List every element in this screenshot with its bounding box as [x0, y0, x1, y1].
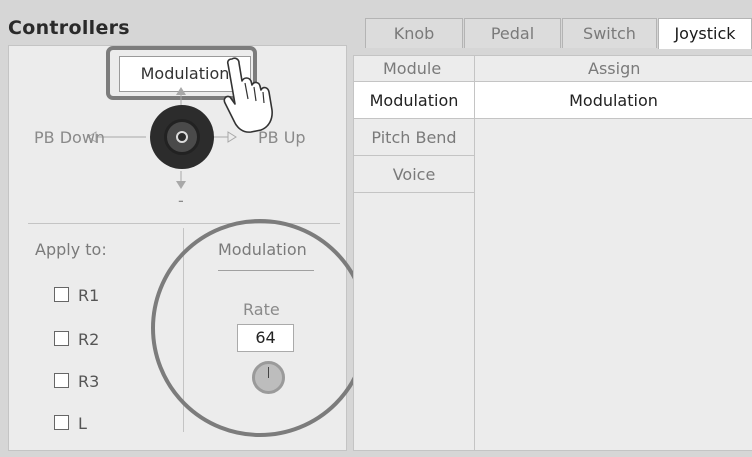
- tab-switch[interactable]: Switch: [562, 18, 657, 48]
- assign-column-header: Assign: [588, 59, 641, 78]
- apply-checkbox-r1[interactable]: R1: [54, 286, 99, 305]
- apply-checkbox-r3[interactable]: R3: [54, 372, 99, 391]
- pointing-hand-icon: [223, 57, 273, 133]
- checkbox-label: R2: [78, 330, 100, 349]
- apply-checkbox-r2[interactable]: R2: [54, 330, 99, 349]
- tab-pedal[interactable]: Pedal: [464, 18, 561, 48]
- joystick-down-label: -: [178, 191, 184, 210]
- highlight-circle: [151, 219, 369, 437]
- apply-checkbox-l[interactable]: L: [54, 414, 87, 433]
- module-item-modulation[interactable]: Modulation: [354, 82, 474, 119]
- header-bar: Controllers Knob Pedal Switch Joystick: [0, 14, 752, 49]
- assign-value-row[interactable]: Modulation: [475, 82, 752, 119]
- joystick-control[interactable]: [150, 105, 214, 169]
- controllers-screen: Controllers Knob Pedal Switch Joystick M…: [0, 0, 752, 457]
- joystick-center-dot: [176, 131, 188, 143]
- checkbox-icon: [54, 331, 69, 346]
- checkbox-icon: [54, 373, 69, 388]
- apply-to-label: Apply to:: [35, 240, 107, 259]
- arrow-down-icon: [176, 181, 186, 189]
- pb-down-label: PB Down: [34, 128, 106, 147]
- module-item-pitch-bend[interactable]: Pitch Bend: [354, 119, 474, 156]
- checkbox-icon: [54, 287, 69, 302]
- checkbox-label: L: [78, 414, 87, 433]
- joystick-knob: [164, 119, 200, 155]
- tab-knob[interactable]: Knob: [365, 18, 463, 48]
- arrow-up-icon: [176, 87, 186, 95]
- checkbox-label: R1: [78, 286, 100, 305]
- tab-joystick[interactable]: Joystick: [658, 18, 752, 49]
- checkbox-icon: [54, 415, 69, 430]
- checkbox-label: R3: [78, 372, 100, 391]
- page-title: Controllers: [8, 17, 130, 39]
- module-column-header: Module: [383, 59, 442, 78]
- module-item-voice[interactable]: Voice: [354, 156, 474, 193]
